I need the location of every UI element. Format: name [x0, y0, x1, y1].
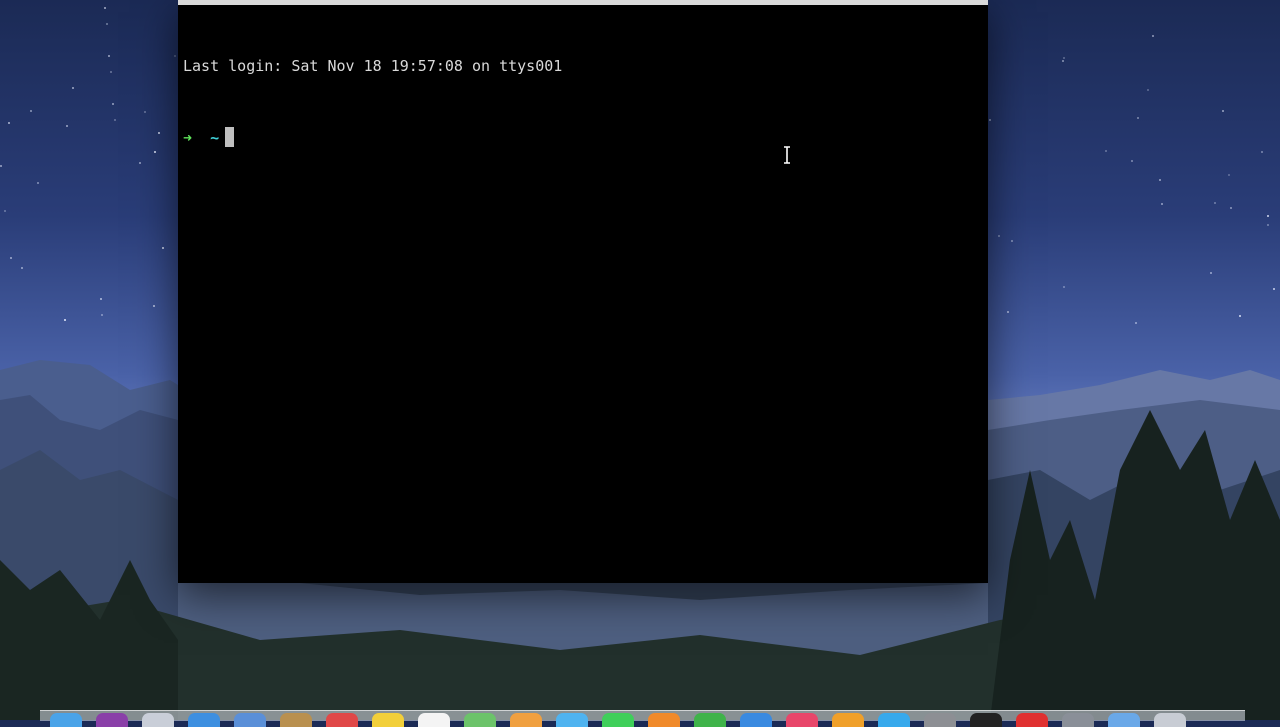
notes-icon[interactable]	[372, 713, 404, 727]
terminal-window[interactable]: Last login: Sat Nov 18 19:57:08 on ttys0…	[178, 0, 988, 583]
opera-icon[interactable]	[1016, 713, 1048, 727]
launchpad-icon[interactable]	[142, 713, 174, 727]
terminal-icon[interactable]	[970, 713, 1002, 727]
maps-icon[interactable]	[464, 713, 496, 727]
misc-app-icon[interactable]	[1062, 713, 1094, 727]
system-preferences-icon[interactable]	[924, 713, 956, 727]
numbers-icon[interactable]	[694, 713, 726, 727]
keynote-icon[interactable]	[740, 713, 772, 727]
dock	[40, 710, 1245, 727]
contacts-icon[interactable]	[280, 713, 312, 727]
trash-icon[interactable]	[1154, 713, 1186, 727]
calendar-icon[interactable]	[326, 713, 358, 727]
terminal-output[interactable]: Last login: Sat Nov 18 19:57:08 on ttys0…	[183, 6, 983, 198]
last-login-line: Last login: Sat Nov 18 19:57:08 on ttys0…	[183, 57, 563, 75]
text-cursor	[225, 127, 235, 147]
downloads-folder-icon[interactable]	[1108, 713, 1140, 727]
prompt-arrow-icon: ➜	[183, 129, 193, 147]
ibooks-store-icon[interactable]	[832, 713, 864, 727]
safari-icon[interactable]	[188, 713, 220, 727]
app-store-icon[interactable]	[878, 713, 910, 727]
prompt-directory: ~	[210, 129, 220, 147]
facetime-icon[interactable]	[602, 713, 634, 727]
photos-icon[interactable]	[510, 713, 542, 727]
terminal-titlebar[interactable]	[178, 0, 988, 5]
mail-icon[interactable]	[234, 713, 266, 727]
itunes-icon[interactable]	[786, 713, 818, 727]
ibeam-cursor-icon	[784, 146, 790, 164]
shell-prompt[interactable]: ➜ ~	[183, 126, 983, 150]
finder-icon[interactable]	[50, 713, 82, 727]
ibooks-icon[interactable]	[648, 713, 680, 727]
siri-icon[interactable]	[96, 713, 128, 727]
reminders-icon[interactable]	[418, 713, 450, 727]
messages-icon[interactable]	[556, 713, 588, 727]
